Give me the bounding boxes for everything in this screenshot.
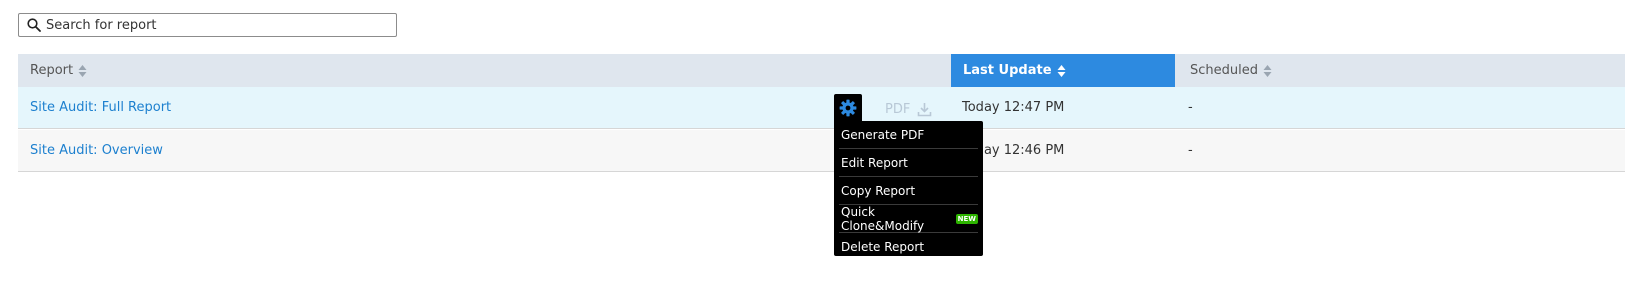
sort-icon[interactable] — [1057, 64, 1066, 78]
pdf-download[interactable]: PDF — [885, 100, 932, 118]
report-actions-menu: Generate PDF Edit Report Copy Report Qui… — [834, 121, 983, 256]
menu-item-edit-report[interactable]: Edit Report — [839, 149, 978, 177]
new-badge: NEW — [955, 213, 978, 224]
column-header-report[interactable]: Report — [18, 54, 950, 87]
table-row: Site Audit: Overview Today 12:46 PM - — [18, 130, 1625, 172]
menu-item-label: Edit Report — [841, 155, 908, 170]
menu-item-label: Quick Clone&Modify — [841, 204, 925, 233]
scheduled-cell: - — [1188, 143, 1193, 158]
table-row: Site Audit: Full Report Today 12:47 PM - — [18, 87, 1625, 129]
menu-item-label: Copy Report — [841, 183, 916, 198]
menu-item-copy-report[interactable]: Copy Report — [839, 177, 978, 205]
column-header-label: Report — [30, 63, 74, 78]
menu-item-label: Delete Report — [841, 239, 925, 254]
settings-button[interactable] — [834, 94, 862, 122]
sort-icon[interactable] — [78, 64, 87, 78]
report-link[interactable]: Site Audit: Full Report — [30, 87, 171, 128]
sort-icon[interactable] — [1263, 64, 1272, 78]
column-header-scheduled[interactable]: Scheduled — [1178, 54, 1625, 87]
menu-item-delete-report[interactable]: Delete Report — [839, 233, 978, 260]
column-header-label: Last Update — [963, 63, 1052, 78]
table-header: Report Last Update Scheduled — [18, 54, 1625, 87]
search-icon — [27, 18, 41, 32]
menu-item-label: Generate PDF — [841, 127, 925, 142]
search-input[interactable] — [46, 17, 376, 33]
menu-item-generate-pdf[interactable]: Generate PDF — [839, 121, 978, 149]
gear-icon — [839, 99, 857, 117]
column-header-label: Scheduled — [1190, 63, 1258, 78]
pdf-label: PDF — [885, 101, 911, 117]
download-icon — [918, 102, 932, 116]
search-box[interactable] — [18, 13, 397, 37]
menu-item-quick-clone-modify[interactable]: Quick Clone&Modify NEW — [839, 205, 978, 233]
column-header-last-update[interactable]: Last Update — [951, 54, 1175, 87]
scheduled-cell: - — [1188, 100, 1193, 115]
report-link[interactable]: Site Audit: Overview — [30, 130, 163, 171]
